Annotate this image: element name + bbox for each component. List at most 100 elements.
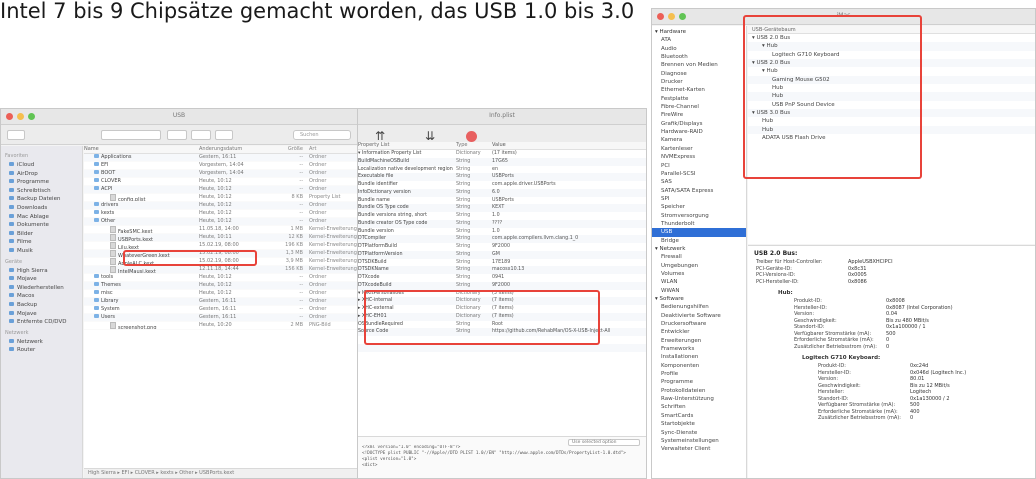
plist-row[interactable]: DTXcodeBuild String 9F2000 [358, 281, 646, 290]
file-row[interactable]: Themes Heute, 10:12 -- Ordner [84, 282, 357, 290]
category-item[interactable]: Speicher [652, 203, 746, 211]
usb-tree-node[interactable]: ▾ Hub [748, 42, 1035, 51]
category-item[interactable]: SATA/SATA Express [652, 187, 746, 195]
category-item[interactable]: Sync-Dienste [652, 429, 746, 437]
plist-row[interactable]: DTPlatformBuild String 9F2000 [358, 243, 646, 251]
column-name[interactable]: Name [84, 146, 199, 153]
plist-row[interactable]: OSBundleRequired String Root [358, 321, 646, 329]
sidebar-item[interactable]: Backup Dateien [5, 195, 82, 204]
group-button[interactable] [167, 130, 187, 140]
file-row[interactable]: config.plist Heute, 10:12 8 KB Property Lis… [84, 194, 357, 202]
category-item[interactable]: SAS [652, 178, 746, 186]
plist-row[interactable]: Bundle creator OS Type code String???? [358, 219, 646, 228]
plist-row[interactable]: DTSDKBuild String 17E189 [358, 259, 646, 267]
category-item[interactable]: Erweiterungen [652, 337, 746, 345]
category-item[interactable]: Bridge [652, 237, 746, 245]
xml-source[interactable]: <?xml version="1.0" encoding="UTF-8"?> <!… [362, 445, 642, 469]
category-item[interactable]: Kartenleser [652, 145, 746, 153]
plist-row[interactable]: Bundle version String 1.0 [358, 228, 646, 236]
category-item[interactable]: Festplatte [652, 95, 746, 103]
category-item[interactable]: Thunderbolt [652, 220, 746, 228]
sidebar-item[interactable]: Router [5, 346, 82, 355]
sidebar-item[interactable]: High Sierra [5, 267, 82, 276]
category-group[interactable]: ▾ Hardware [652, 28, 746, 36]
file-row[interactable]: Lilu.kext 15.02.19, 08:00 196 KB Kernel-Erw… [84, 242, 357, 250]
category-item[interactable]: Profile [652, 370, 746, 378]
back-forward-button[interactable] [7, 130, 25, 140]
usb-tree-node[interactable]: Gaming Mouse G502 [748, 75, 1035, 85]
search-input[interactable]: Suchen [293, 130, 351, 140]
file-row[interactable]: WhateverGreen.kext 15.02.19, 08:00 1,3 MB K… [84, 250, 357, 258]
category-item[interactable]: Raw-Unterstützung [652, 395, 746, 403]
plist-row[interactable]: InfoDictionary version String 6.0 [358, 188, 646, 197]
plist-row[interactable]: Bundle versions string, short String 1.0 [358, 212, 646, 220]
sidebar-item[interactable]: Filme [5, 238, 82, 247]
category-item[interactable]: Grafik/Displays [652, 120, 746, 128]
usb-tree-node[interactable]: Hub [748, 84, 1035, 92]
category-item[interactable]: Audio [652, 45, 746, 53]
category-item[interactable]: Parallel-SCSI [652, 170, 746, 178]
file-row[interactable]: Applications Gestern, 16:11 -- Ordner [84, 154, 357, 162]
category-item[interactable]: FireWire [652, 111, 746, 119]
category-item[interactable]: NVMExpress [652, 153, 746, 161]
file-row[interactable]: AppleALC.kext 15.02.19, 08:00 3,9 MB Kernel… [84, 258, 357, 266]
usb-tree-node[interactable]: Hub [748, 92, 1035, 101]
file-row[interactable]: screenshot.png Heute, 10:20 2 MB PNG-Bild [84, 322, 357, 330]
category-item[interactable]: Diagnose [652, 70, 746, 78]
usb-tree-node[interactable]: Hub [748, 125, 1035, 135]
plist-row[interactable]: Executable file String USBPorts [358, 173, 646, 181]
file-row[interactable]: drivers Heute, 10:12 -- Ordner [84, 202, 357, 210]
plist-row[interactable] [358, 343, 646, 352]
sidebar-item[interactable]: Netzwerk [5, 338, 82, 347]
plist-row[interactable]: ▸ XHC-internal Dictionary (7 items) [358, 297, 646, 305]
category-item[interactable]: Systemeinstellungen [652, 437, 746, 445]
usb-tree-node[interactable]: ▾ USB 2.0 Bus [748, 34, 1035, 42]
category-item[interactable]: PCI [652, 162, 746, 170]
category-item[interactable]: Hardware-RAID [652, 128, 746, 136]
file-row[interactable]: BOOT Vorgestern, 14:04 -- Ordner [84, 170, 357, 178]
category-item[interactable]: Bluetooth [652, 53, 746, 61]
category-item[interactable]: WWAN [652, 287, 746, 295]
file-row[interactable]: USBPorts.kext Heute, 10:11 12 KB Kernel-Erw… [84, 234, 357, 242]
plist-row[interactable]: DTPlatformVersion String GM [358, 250, 646, 259]
category-item[interactable]: USB [652, 228, 746, 237]
file-row[interactable]: ACPI Heute, 10:12 -- Ordner [84, 186, 357, 194]
category-item[interactable]: SmartCards [652, 412, 746, 420]
sidebar-item[interactable]: Programme [5, 178, 82, 187]
usb-tree-node[interactable]: ▾ USB 3.0 Bus [748, 109, 1035, 118]
file-row[interactable]: tools Heute, 10:12 -- Ordner [84, 274, 357, 282]
category-item[interactable]: Drucker [652, 78, 746, 86]
plist-row[interactable]: Localization native development region St… [358, 166, 646, 174]
plist-row[interactable]: DTXcode String 0941 [358, 274, 646, 282]
category-group[interactable]: ▾ Software [652, 295, 746, 303]
usb-tree-node[interactable]: USB PnP Sound Device [748, 101, 1035, 109]
category-item[interactable]: Frameworks [652, 345, 746, 353]
plist-row[interactable]: ▾ IOKitPersonalities Dictionary (3 items) [358, 290, 646, 298]
file-row[interactable]: System Gestern, 16:11 -- Ordner [84, 306, 357, 314]
file-row[interactable]: IntelMausi.kext 12.11.18, 14:44 156 KB Kern… [84, 266, 357, 274]
delete-icon[interactable] [466, 131, 477, 142]
category-item[interactable]: Volumes [652, 270, 746, 278]
sidebar-item[interactable]: AirDrop [5, 170, 82, 179]
view-mode-control[interactable] [101, 130, 161, 140]
column-kind[interactable]: Art [309, 146, 357, 153]
category-item[interactable]: Programme [652, 378, 746, 386]
usb-tree-node[interactable]: ▾ Hub [748, 67, 1035, 75]
file-row[interactable]: Other Heute, 10:12 -- Ordner [84, 218, 357, 226]
category-item[interactable]: Verwalteter Client [652, 445, 746, 453]
category-item[interactable]: Installationen [652, 353, 746, 361]
file-row[interactable]: kexts Heute, 10:12 -- Ordner [84, 210, 357, 218]
action-button[interactable] [191, 130, 211, 140]
file-row[interactable]: Library Gestern, 16:11 -- Ordner [84, 298, 357, 306]
category-item[interactable]: Bedienungshilfen [652, 303, 746, 311]
file-row[interactable]: misc Heute, 10:12 -- Ordner [84, 290, 357, 298]
category-item[interactable]: Schriften [652, 403, 746, 411]
category-item[interactable]: Fibre-Channel [652, 103, 746, 111]
category-item[interactable]: Firewall [652, 253, 746, 261]
file-row[interactable]: CLOVER Heute, 10:12 -- Ordner [84, 178, 357, 186]
category-item[interactable]: Komponenten [652, 362, 746, 370]
category-item[interactable]: Protokolldateien [652, 387, 746, 395]
column-size[interactable]: Größe [274, 146, 309, 153]
category-item[interactable]: Startobjekte [652, 420, 746, 428]
plist-row[interactable]: BuildMachineOSBuild String 17G65 [358, 157, 646, 166]
